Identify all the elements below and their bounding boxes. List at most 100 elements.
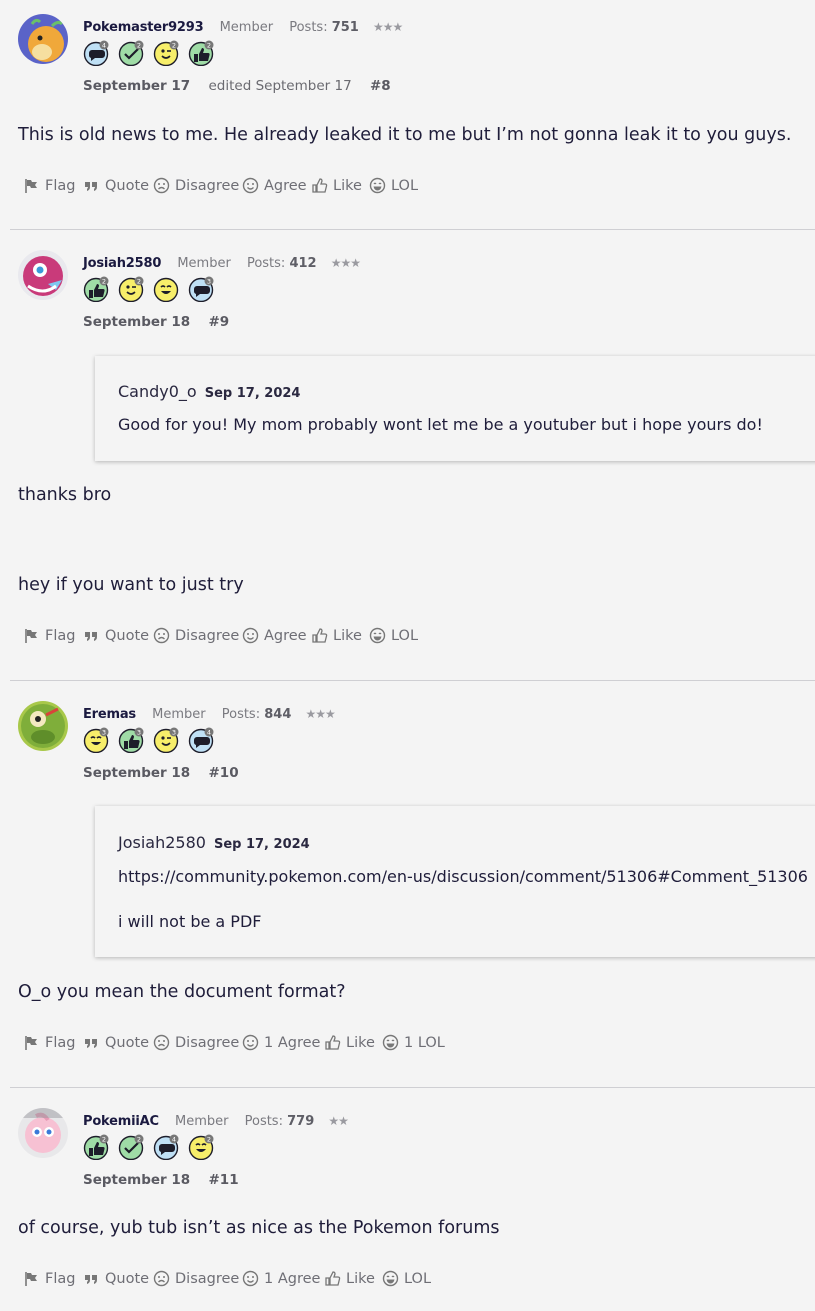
disagree-label: Disagree [175, 1270, 240, 1287]
badge-comment-icon[interactable]: 4 [83, 40, 109, 67]
lol-icon [382, 1270, 399, 1287]
agree-label: Agree [264, 177, 307, 194]
badge-wink-icon[interactable]: 2 [153, 40, 179, 67]
post-body-text: This is old news to me. He already leake… [18, 125, 792, 145]
svg-text:4: 4 [102, 42, 106, 50]
like-reaction[interactable]: Like [324, 1034, 375, 1051]
quote-reaction[interactable]: Quote [83, 1270, 149, 1287]
disagree-icon [153, 1034, 170, 1051]
badge-wink-icon[interactable]: 2 [118, 276, 144, 303]
svg-text:3: 3 [207, 278, 211, 286]
post-divider [10, 680, 815, 681]
rank-stars: ★★★ [330, 256, 361, 270]
badge-grin-icon[interactable]: 2 [188, 1134, 214, 1161]
post-dateline: September 18 #10 [83, 765, 239, 781]
quote-date: Sep 17, 2024 [213, 837, 310, 852]
lol-reaction[interactable]: LOL [382, 1270, 431, 1287]
like-reaction[interactable]: Like [311, 177, 362, 194]
agree-reaction[interactable]: 1 Agree [242, 1270, 320, 1287]
author-name[interactable]: Eremas [83, 707, 136, 722]
flag-icon [23, 177, 40, 194]
post-date[interactable]: September 18 [83, 1172, 190, 1188]
flag-reaction[interactable]: Flag [23, 177, 75, 194]
agree-icon [242, 627, 259, 644]
post-body-text: hey if you want to just try [18, 575, 244, 595]
disagree-label: Disagree [175, 177, 240, 194]
badge-check-icon[interactable]: 2 [118, 1134, 144, 1161]
quote-date: Sep 17, 2024 [204, 386, 301, 401]
flag-reaction[interactable]: Flag [23, 1034, 75, 1051]
post-number[interactable]: #10 [208, 765, 238, 781]
avatar[interactable] [18, 701, 68, 751]
quote-reaction[interactable]: Quote [83, 177, 149, 194]
disagree-label: Disagree [175, 1034, 240, 1051]
disagree-reaction[interactable]: Disagree [153, 1034, 239, 1051]
svg-text:3: 3 [137, 729, 141, 737]
svg-text:2: 2 [137, 1136, 141, 1144]
badge-comment-icon[interactable]: 3 [188, 276, 214, 303]
lol-label: LOL [391, 177, 419, 194]
lol-icon [369, 177, 386, 194]
post-number[interactable]: #11 [208, 1172, 238, 1188]
post-body-text: thanks bro [18, 485, 112, 505]
svg-text:2: 2 [102, 278, 106, 286]
agree-icon [242, 177, 259, 194]
disagree-reaction[interactable]: Disagree [153, 627, 239, 644]
quote-author[interactable]: Josiah2580 [118, 833, 206, 852]
author-name[interactable]: Josiah2580 [83, 256, 161, 271]
quote-reaction[interactable]: Quote [83, 1034, 149, 1051]
lol-icon [369, 627, 386, 644]
badge-thumb-icon[interactable]: 2 [83, 276, 109, 303]
disagree-reaction[interactable]: Disagree [153, 177, 239, 194]
posts-label: Posts: [289, 20, 328, 35]
post-number[interactable]: #8 [370, 78, 391, 94]
post-date[interactable]: September 18 [83, 314, 190, 330]
author-name[interactable]: PokemiiAC [83, 1114, 159, 1129]
svg-text:2: 2 [137, 278, 141, 286]
post-number[interactable]: #9 [208, 314, 229, 330]
flag-reaction[interactable]: Flag [23, 627, 75, 644]
badge-wink-icon[interactable]: 3 [153, 727, 179, 754]
like-label: Like [333, 627, 362, 644]
disagree-reaction[interactable]: Disagree [153, 1270, 239, 1287]
lol-reaction[interactable]: LOL [369, 627, 418, 644]
badge-thumb-icon[interactable]: 2 [188, 40, 214, 67]
svg-text:2: 2 [207, 1136, 211, 1144]
quote-author[interactable]: Candy0_o [118, 382, 197, 401]
badge-thumb-icon[interactable]: 3 [118, 727, 144, 754]
rank-stars: ★★★ [373, 20, 403, 34]
quote-link[interactable]: https://community.pokemon.com/en-us/disc… [118, 867, 808, 886]
badge-grin-icon[interactable] [153, 276, 179, 303]
quote-reaction[interactable]: Quote [83, 627, 149, 644]
quote-label: Quote [105, 1034, 150, 1051]
badge-check-icon[interactable]: 2 [118, 40, 144, 67]
post-date[interactable]: September 17 [83, 78, 190, 94]
like-reaction[interactable]: Like [324, 1270, 375, 1287]
blockquote: Josiah2580 Sep 17, 2024 https://community… [95, 806, 815, 957]
posts-count: 751 [331, 20, 359, 35]
posts-count: 412 [289, 256, 317, 271]
badge-grin-icon[interactable]: 3 [83, 727, 109, 754]
avatar[interactable] [18, 250, 68, 300]
flag-reaction[interactable]: Flag [23, 1270, 75, 1287]
badge-comment-icon[interactable]: 4 [188, 727, 214, 754]
post-date[interactable]: September 18 [83, 765, 190, 781]
svg-text:3: 3 [172, 729, 176, 737]
quote-icon [83, 627, 100, 644]
agree-reaction[interactable]: Agree [242, 177, 307, 194]
badge-thumb-icon[interactable]: 2 [83, 1134, 109, 1161]
agree-reaction[interactable]: 1 Agree [242, 1034, 320, 1051]
agree-reaction[interactable]: Agree [242, 627, 307, 644]
lol-reaction[interactable]: LOL [369, 177, 418, 194]
post-body-text: O_o you mean the document format? [18, 982, 346, 1002]
agree-label: 1 Agree [264, 1034, 321, 1051]
like-reaction[interactable]: Like [311, 627, 362, 644]
posts-count: 844 [264, 707, 292, 722]
author-line: PokemiiAC Member Posts: 779 ★★ [83, 1114, 349, 1129]
flag-icon [23, 1270, 40, 1287]
author-name[interactable]: Pokemaster9293 [83, 20, 204, 35]
lol-reaction[interactable]: 1 LOL [382, 1034, 445, 1051]
badge-comment-icon[interactable]: 4 [153, 1134, 179, 1161]
avatar[interactable] [18, 1108, 68, 1158]
avatar[interactable] [18, 14, 68, 64]
